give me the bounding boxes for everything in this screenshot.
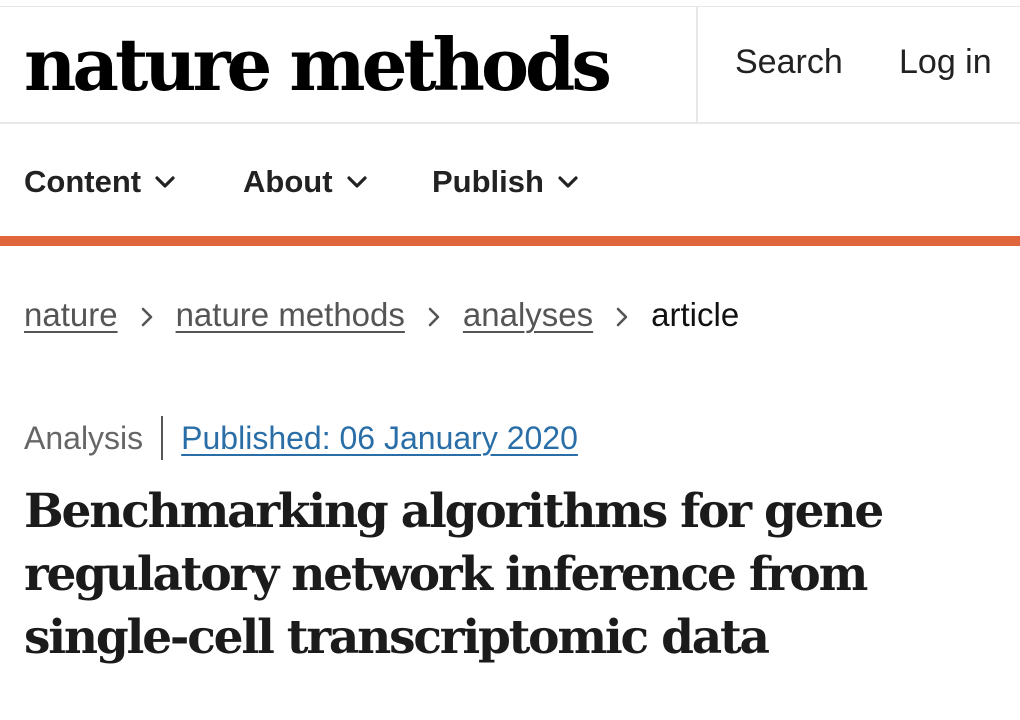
article-type: Analysis bbox=[24, 419, 144, 456]
meta-divider bbox=[161, 416, 164, 460]
nav-content-label: Content bbox=[24, 164, 142, 199]
main-nav: Content About Publish bbox=[0, 124, 1020, 236]
chevron-right-icon bbox=[405, 296, 463, 334]
chevron-right-icon bbox=[118, 296, 176, 334]
published-date-link[interactable]: Published: 06 January 2020 bbox=[181, 420, 578, 457]
login-link[interactable]: Log in bbox=[899, 42, 992, 82]
journal-logo-link[interactable]: nature methods bbox=[24, 20, 612, 110]
breadcrumb-nature-methods-link[interactable]: nature methods bbox=[176, 296, 405, 334]
article-title-line: Benchmarking algorithms for gene bbox=[24, 484, 884, 539]
chevron-right-icon bbox=[593, 296, 651, 334]
breadcrumb-nature-link[interactable]: nature bbox=[24, 296, 118, 334]
nav-about-label: About bbox=[243, 164, 333, 199]
article-meta: Analysis Published: 06 January 2020 bbox=[24, 416, 578, 460]
article-title-line: regulatory network inference from bbox=[24, 547, 868, 602]
nav-publish-menu[interactable]: Publish bbox=[432, 162, 578, 202]
header-divider bbox=[696, 6, 698, 122]
breadcrumb: nature nature methods analyses article bbox=[24, 294, 739, 336]
chevron-down-icon bbox=[155, 176, 175, 188]
chevron-down-icon bbox=[558, 176, 578, 188]
nav-publish-label: Publish bbox=[432, 164, 544, 199]
breadcrumb-analyses-link[interactable]: analyses bbox=[463, 296, 593, 334]
search-link[interactable]: Search bbox=[735, 42, 843, 82]
article-title-line: single-cell transcriptomic data bbox=[24, 610, 770, 665]
breadcrumb-current: article bbox=[651, 296, 740, 333]
site-header: nature methods Search Log in bbox=[0, 6, 1020, 124]
chevron-down-icon bbox=[346, 176, 367, 188]
nav-content-menu[interactable]: Content bbox=[24, 162, 175, 202]
article-title: Benchmarking algorithms for gene regulat… bbox=[24, 480, 984, 669]
nav-about-menu[interactable]: About bbox=[243, 162, 367, 202]
nav-accent-bar bbox=[0, 236, 1020, 246]
